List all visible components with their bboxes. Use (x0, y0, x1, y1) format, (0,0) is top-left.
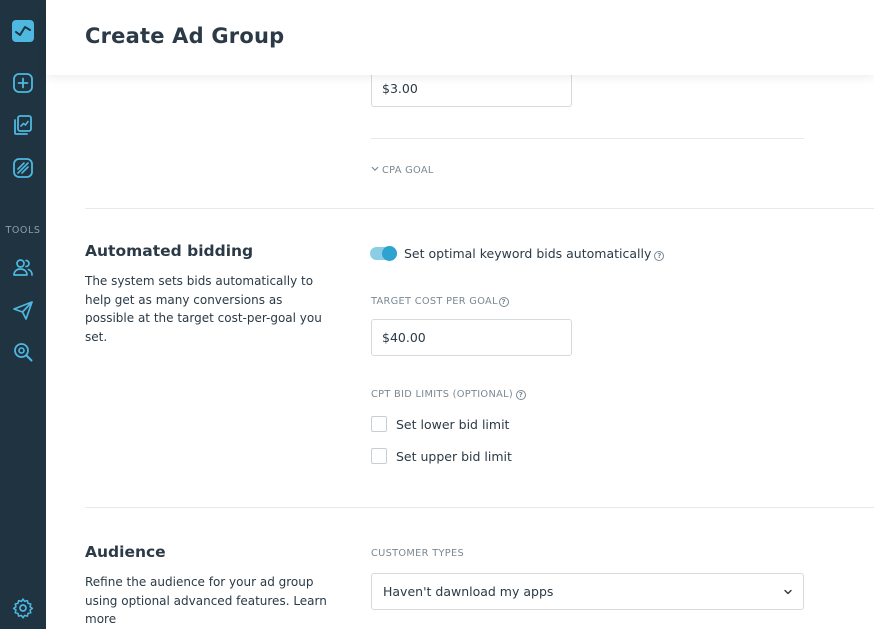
customer-types-value: Haven't dawnload my apps (383, 584, 554, 599)
audience-title: Audience (85, 543, 166, 561)
target-cost-input[interactable]: $40.00 (371, 319, 572, 356)
sidebar-item-create[interactable] (0, 66, 46, 100)
sidebar-tools-label: TOOLS (5, 225, 41, 236)
cpa-goal-label: CPA GOAL (382, 165, 434, 176)
upper-bid-limit-label[interactable]: Set upper bid limit (396, 449, 512, 464)
customer-types-label: CUSTOMER TYPES (371, 548, 464, 559)
page-title: Create Ad Group (85, 24, 285, 48)
sidebar: TOOLS (0, 0, 46, 629)
auto-bid-toggle-label-row: Set optimal keyword bids automatically? (404, 246, 665, 261)
sidebar-item-audience[interactable] (0, 250, 46, 284)
settings-gear-icon (12, 598, 34, 619)
bid-limits-label: CPT BID LIMITS (OPTIONAL) (371, 389, 513, 400)
bid-limits-label-row: CPT BID LIMITS (OPTIONAL)? (371, 389, 526, 400)
chevron-down-icon (371, 166, 379, 171)
reports-icon (14, 115, 32, 135)
audience-description: Refine the audience for your ad group us… (85, 575, 327, 626)
campaign-icon (13, 158, 33, 178)
sidebar-item-send[interactable] (0, 293, 46, 327)
sidebar-item-campaigns[interactable] (0, 151, 46, 185)
toggle-knob (382, 246, 397, 261)
section-divider (85, 208, 874, 209)
automated-bidding-description: The system sets bids automatically to he… (85, 274, 322, 344)
main-content: $3.00 CPA GOAL Automated bidding The sys… (46, 0, 874, 629)
sidebar-item-settings[interactable] (0, 591, 46, 625)
target-cost-label: TARGET COST PER GOAL (371, 296, 498, 307)
target-cost-label-row: TARGET COST PER GOAL? (371, 296, 509, 307)
sidebar-item-search[interactable] (0, 335, 46, 369)
divider (371, 138, 804, 139)
upper-bid-limit-checkbox[interactable] (371, 448, 387, 464)
sidebar-item-reports[interactable] (0, 108, 46, 142)
search-insights-icon (14, 343, 33, 362)
info-icon[interactable]: ? (515, 390, 526, 400)
auto-bid-toggle[interactable] (370, 246, 397, 261)
dashboard-logo-icon (12, 20, 34, 42)
page-header: Create Ad Group (46, 0, 874, 75)
cpa-goal-toggle[interactable]: CPA GOAL (371, 165, 434, 176)
info-icon[interactable]: ? (654, 251, 665, 261)
section-divider (85, 507, 874, 508)
info-icon[interactable]: ? (498, 297, 509, 307)
app-logo-button[interactable] (0, 14, 46, 48)
lower-bid-limit-label[interactable]: Set lower bid limit (396, 417, 509, 432)
send-paper-plane-icon (13, 301, 33, 320)
customer-types-select[interactable]: Haven't dawnload my apps (371, 573, 804, 610)
chevron-down-icon (784, 589, 792, 595)
add-square-icon (13, 73, 33, 93)
max-cpt-bid-input[interactable]: $3.00 (371, 70, 572, 107)
automated-bidding-title: Automated bidding (85, 242, 254, 260)
audience-users-icon (13, 259, 33, 276)
auto-bid-toggle-label: Set optimal keyword bids automatically (404, 246, 652, 261)
lower-bid-limit-checkbox[interactable] (371, 416, 387, 432)
